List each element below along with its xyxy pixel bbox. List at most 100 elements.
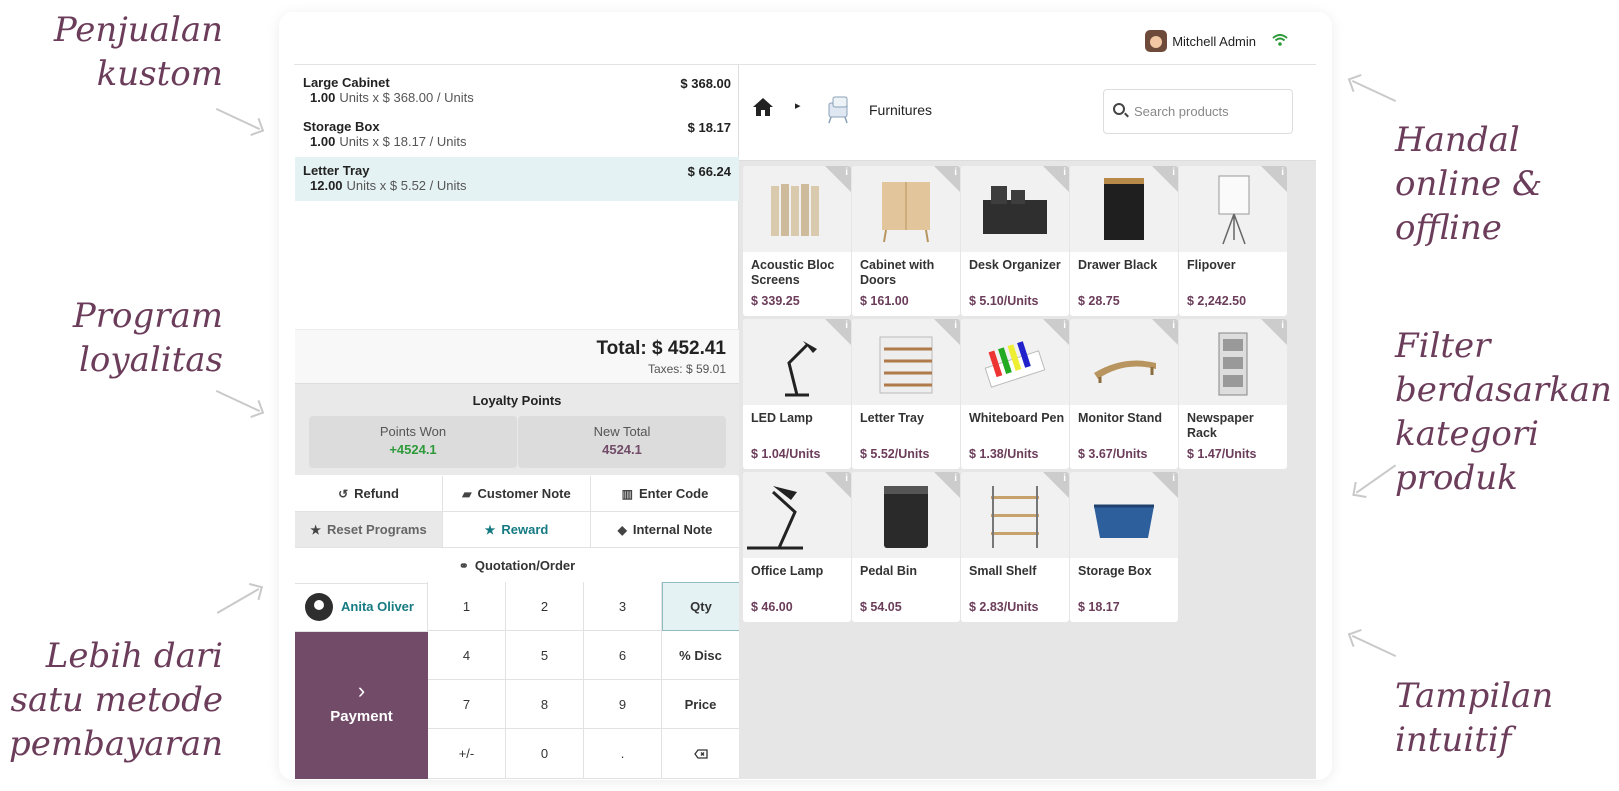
product-card[interactable]: i Small Shelf $ 2.83/Units xyxy=(961,472,1069,622)
points-won-label: Points Won xyxy=(379,424,447,439)
discount-mode-button[interactable]: % Disc xyxy=(662,631,740,680)
order-line-name: Letter Tray xyxy=(303,163,370,178)
product-info-button[interactable]: i xyxy=(825,166,851,192)
product-price: $ 28.75 xyxy=(1078,294,1120,308)
product-info-button[interactable]: i xyxy=(934,472,960,498)
product-info-button[interactable]: i xyxy=(1043,319,1069,345)
product-card[interactable]: i Storage Box $ 18.17 xyxy=(1070,472,1178,622)
top-bar: Mitchell Admin xyxy=(294,24,1316,65)
arrow-1 xyxy=(215,107,261,131)
product-card[interactable]: i LED Lamp $ 1.04/Units xyxy=(743,319,851,469)
annotation-online-offline: Handal online & offline xyxy=(1395,120,1543,248)
arrow-3 xyxy=(216,588,260,614)
annotation-intuitive: Tampilan intuitif xyxy=(1395,676,1554,760)
order-line-selected[interactable]: Letter Tray $ 66.24 12.00 Units x $ 5.52 … xyxy=(295,157,739,201)
product-price: $ 2,242.50 xyxy=(1187,294,1247,308)
category-name[interactable]: Furnitures xyxy=(869,102,932,118)
reset-programs-button[interactable]: ★ Reset Programs xyxy=(295,512,443,548)
customer-button[interactable]: Anita Oliver xyxy=(295,582,428,632)
backspace-button[interactable] xyxy=(662,729,740,779)
customer-note-button[interactable]: ▰ Customer Note xyxy=(443,476,591,512)
product-name: Acoustic Bloc Screens xyxy=(751,258,835,287)
price-mode-button[interactable]: Price xyxy=(662,680,740,729)
numpad-0[interactable]: 0 xyxy=(506,729,584,779)
product-card[interactable]: i Flipover $ 2,242.50 xyxy=(1179,166,1287,316)
customer-avatar-icon xyxy=(305,592,333,621)
info-icon: i xyxy=(845,167,848,178)
product-info-button[interactable]: i xyxy=(1261,166,1287,192)
order-line-name: Storage Box xyxy=(303,119,380,134)
product-info-button[interactable]: i xyxy=(1043,472,1069,498)
numpad-6[interactable]: 6 xyxy=(584,631,662,680)
home-icon[interactable] xyxy=(751,95,775,119)
product-info-button[interactable]: i xyxy=(934,319,960,345)
numpad-plus-minus[interactable]: +/- xyxy=(428,729,506,779)
numpad-7[interactable]: 7 xyxy=(428,680,506,729)
arrow-2 xyxy=(215,389,261,413)
product-info-button[interactable]: i xyxy=(1261,319,1287,345)
info-icon: i xyxy=(1281,320,1284,331)
product-card[interactable]: i Desk Organizer $ 5.10/Units xyxy=(961,166,1069,316)
product-info-button[interactable]: i xyxy=(825,472,851,498)
info-icon: i xyxy=(1172,320,1175,331)
product-card[interactable]: i Pedal Bin $ 54.05 xyxy=(852,472,960,622)
product-name: LED Lamp xyxy=(751,411,813,425)
annotation-payment: Lebih dari satu metode pembayaran xyxy=(8,636,223,764)
quotation-order-button[interactable]: ⚭ Quotation/Order xyxy=(295,548,739,584)
numpad-2[interactable]: 2 xyxy=(506,582,584,631)
numpad-1[interactable]: 1 xyxy=(428,582,506,631)
product-info-button[interactable]: i xyxy=(825,319,851,345)
link-icon: ⚭ xyxy=(458,558,469,573)
enter-code-button[interactable]: ▥ Enter Code xyxy=(591,476,739,512)
refund-button[interactable]: ↺ Refund xyxy=(295,476,443,512)
refund-icon: ↺ xyxy=(338,486,349,501)
search-input[interactable]: Search products xyxy=(1103,89,1293,134)
order-line[interactable]: Storage Box $ 18.17 1.00 Units x $ 18.17 … xyxy=(295,113,739,157)
numpad-decimal[interactable]: . xyxy=(584,729,662,779)
info-icon: i xyxy=(1281,167,1284,178)
breadcrumb-arrow-icon: ▸ xyxy=(795,100,801,112)
numpad-3[interactable]: 3 xyxy=(584,582,662,631)
product-card[interactable]: i Drawer Black $ 28.75 xyxy=(1070,166,1178,316)
qty-mode-button[interactable]: Qty xyxy=(662,582,740,631)
product-info-button[interactable]: i xyxy=(934,166,960,192)
product-card[interactable]: i Letter Tray $ 5.52/Units xyxy=(852,319,960,469)
product-price: $ 1.04/Units xyxy=(751,447,821,461)
product-card[interactable]: i Acoustic Bloc Screens $ 339.25 xyxy=(743,166,851,316)
annotation-filter-category: Filter berdasarkan kategori produk xyxy=(1395,326,1612,498)
refund-label: Refund xyxy=(354,486,399,501)
product-card[interactable]: i Office Lamp $ 46.00 xyxy=(743,472,851,622)
points-won-value: +4524.1 xyxy=(389,442,437,457)
order-line[interactable]: Large Cabinet $ 368.00 1.00 Units x $ 368… xyxy=(295,69,739,113)
numpad-4[interactable]: 4 xyxy=(428,631,506,680)
product-name: Letter Tray xyxy=(860,411,924,425)
info-icon: i xyxy=(1063,167,1066,178)
reward-button[interactable]: ★ Reward xyxy=(443,512,591,548)
product-card[interactable]: i Whiteboard Pen $ 1.38/Units xyxy=(961,319,1069,469)
product-price: $ 5.52/Units xyxy=(860,447,930,461)
search-icon xyxy=(1113,103,1125,115)
product-card[interactable]: i Monitor Stand $ 3.67/Units xyxy=(1070,319,1178,469)
product-card[interactable]: i Newspaper Rack $ 1.47/Units xyxy=(1179,319,1287,469)
product-info-button[interactable]: i xyxy=(1152,472,1178,498)
product-name: Drawer Black xyxy=(1078,258,1158,272)
product-card[interactable]: i Cabinet with Doors $ 161.00 xyxy=(852,166,960,316)
product-info-button[interactable]: i xyxy=(1043,166,1069,192)
backspace-icon xyxy=(693,748,708,759)
category-furniture-icon[interactable] xyxy=(821,91,855,125)
product-name: Office Lamp xyxy=(751,564,824,578)
numpad-5[interactable]: 5 xyxy=(506,631,584,680)
product-info-button[interactable]: i xyxy=(1152,166,1178,192)
product-name: Storage Box xyxy=(1078,564,1152,578)
user-menu[interactable]: Mitchell Admin xyxy=(1145,30,1256,52)
product-name: Newspaper Rack xyxy=(1187,411,1254,440)
internal-note-button[interactable]: ◆ Internal Note xyxy=(591,512,739,548)
customer-name: Anita Oliver xyxy=(341,599,414,614)
new-total-label: New Total xyxy=(593,424,651,439)
product-info-button[interactable]: i xyxy=(1152,319,1178,345)
annotation-loyalty: Program loyalitas xyxy=(72,296,223,380)
payment-button[interactable]: › Payment xyxy=(295,632,428,779)
numpad-8[interactable]: 8 xyxy=(506,680,584,729)
info-icon: i xyxy=(1172,473,1175,484)
numpad-9[interactable]: 9 xyxy=(584,680,662,729)
